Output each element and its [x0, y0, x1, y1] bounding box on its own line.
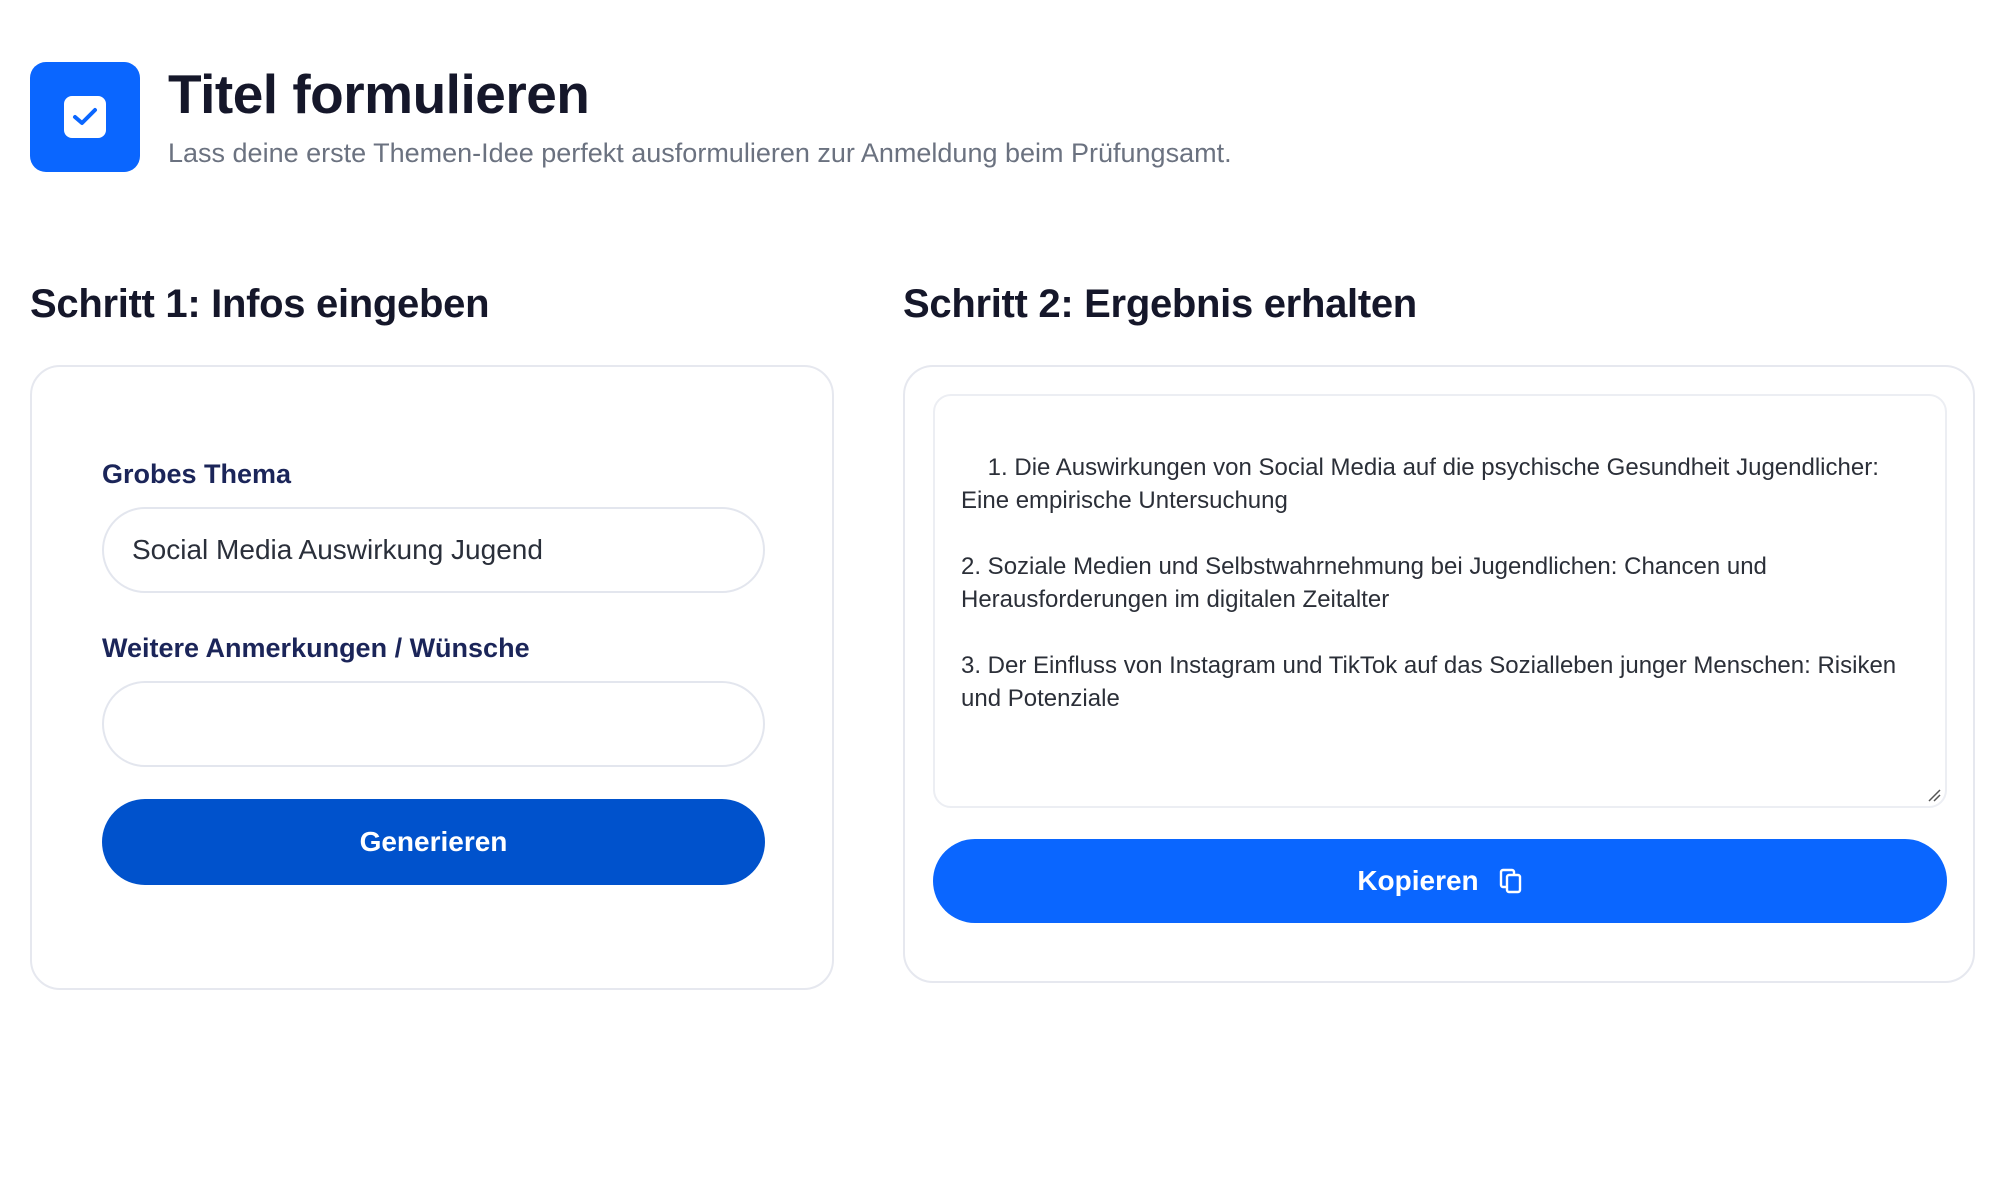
copy-icon [1499, 868, 1523, 894]
app-logo [30, 62, 140, 172]
result-text: 1. Die Auswirkungen von Social Media auf… [961, 454, 1897, 712]
page-header: Titel formulieren Lass deine erste Theme… [30, 62, 1232, 172]
topic-input[interactable]: Social Media Auswirkung Jugend [102, 507, 765, 593]
step2-title: Schritt 2: Ergebnis erhalten [903, 282, 1417, 326]
page-title: Titel formulieren [168, 63, 590, 125]
step1-title: Schritt 1: Infos eingeben [30, 282, 490, 326]
generate-button[interactable]: Generieren [102, 799, 765, 885]
page-subtitle: Lass deine erste Themen-Idee perfekt aus… [168, 138, 1232, 168]
resize-handle-icon[interactable] [1927, 788, 1941, 802]
notes-input[interactable] [102, 681, 765, 767]
checkbox-icon [64, 96, 106, 138]
copy-button[interactable]: Kopieren [933, 839, 1947, 923]
copy-button-label: Kopieren [1357, 865, 1479, 896]
result-card: 1. Die Auswirkungen von Social Media auf… [903, 365, 1975, 983]
result-textarea[interactable]: 1. Die Auswirkungen von Social Media auf… [933, 394, 1947, 808]
input-card: Grobes Thema Social Media Auswirkung Jug… [30, 365, 834, 990]
topic-label: Grobes Thema [102, 459, 292, 489]
notes-label: Weitere Anmerkungen / Wünsche [102, 633, 530, 663]
